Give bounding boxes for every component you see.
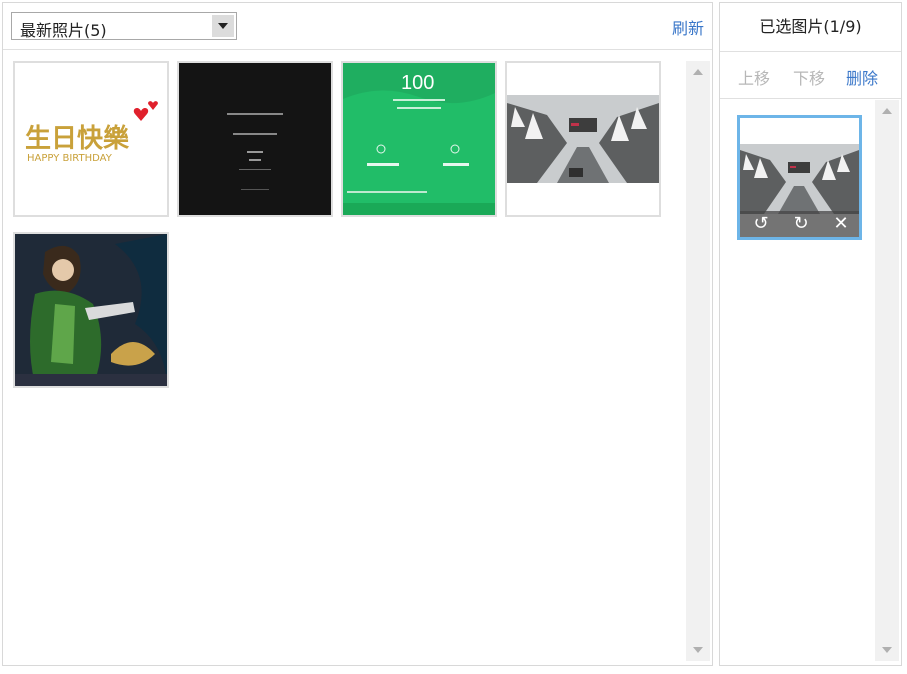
album-dropdown[interactable]: 最新照片(5) bbox=[11, 12, 237, 40]
photos-header: 最新照片(5) 刷新 bbox=[3, 3, 712, 50]
dropdown-arrow-icon[interactable] bbox=[212, 15, 234, 37]
selected-scrollbar[interactable] bbox=[875, 100, 899, 661]
rotate-right-icon[interactable]: ↻ bbox=[790, 213, 812, 235]
scroll-down-arrow-icon[interactable] bbox=[693, 647, 703, 653]
close-icon[interactable]: ✕ bbox=[830, 213, 852, 235]
move-down-button[interactable]: 下移 bbox=[793, 65, 825, 89]
anime-warrior-photo-image bbox=[15, 234, 167, 386]
photo-thumbnail[interactable] bbox=[505, 61, 661, 217]
refresh-link[interactable]: 刷新 bbox=[672, 15, 704, 39]
image-edit-toolbar: ↺ ↻ ✕ bbox=[740, 211, 859, 237]
delete-button[interactable]: 删除 bbox=[846, 65, 878, 89]
green-app-screenshot-image: 100 bbox=[343, 63, 495, 215]
birthday-main-text: 生日快樂 bbox=[25, 123, 130, 154]
photo-thumbnail[interactable] bbox=[13, 232, 169, 388]
rotate-left-icon[interactable]: ↺ bbox=[750, 213, 772, 235]
photos-scrollbar[interactable] bbox=[686, 61, 710, 661]
photo-thumbnail[interactable]: 生日快樂 HAPPY BIRTHDAY bbox=[13, 61, 169, 217]
dark-text-photo-image bbox=[179, 63, 331, 215]
move-up-button[interactable]: 上移 bbox=[738, 65, 770, 89]
scroll-up-arrow-icon[interactable] bbox=[882, 108, 892, 114]
album-dropdown-value: 最新照片(5) bbox=[20, 21, 107, 40]
green-big-number: 100 bbox=[401, 72, 434, 94]
selected-photos-panel: 已选图片(1/9) 上移 下移 删除 ↺ ↻ ✕ bbox=[719, 2, 902, 666]
photo-thumbnail[interactable] bbox=[177, 61, 333, 217]
thumbnail-grid: 生日快樂 HAPPY BIRTHDAY 100 bbox=[3, 50, 686, 665]
photo-thumbnail[interactable]: 100 bbox=[341, 61, 497, 217]
birthday-sub-text: HAPPY BIRTHDAY bbox=[27, 153, 113, 164]
selected-actions-bar: 上移 下移 删除 bbox=[720, 52, 901, 99]
scroll-down-arrow-icon[interactable] bbox=[882, 647, 892, 653]
recent-photos-panel: 最新照片(5) 刷新 生日快樂 HAPPY BIRTHDAY 100 bbox=[2, 2, 713, 666]
selected-photo-thumbnail[interactable]: ↺ ↻ ✕ bbox=[737, 115, 862, 240]
scroll-up-arrow-icon[interactable] bbox=[693, 69, 703, 75]
snow-road-photo-image bbox=[507, 63, 659, 215]
birthday-photo-image: 生日快樂 HAPPY BIRTHDAY bbox=[15, 63, 167, 215]
selected-count-title: 已选图片(1/9) bbox=[720, 3, 901, 52]
